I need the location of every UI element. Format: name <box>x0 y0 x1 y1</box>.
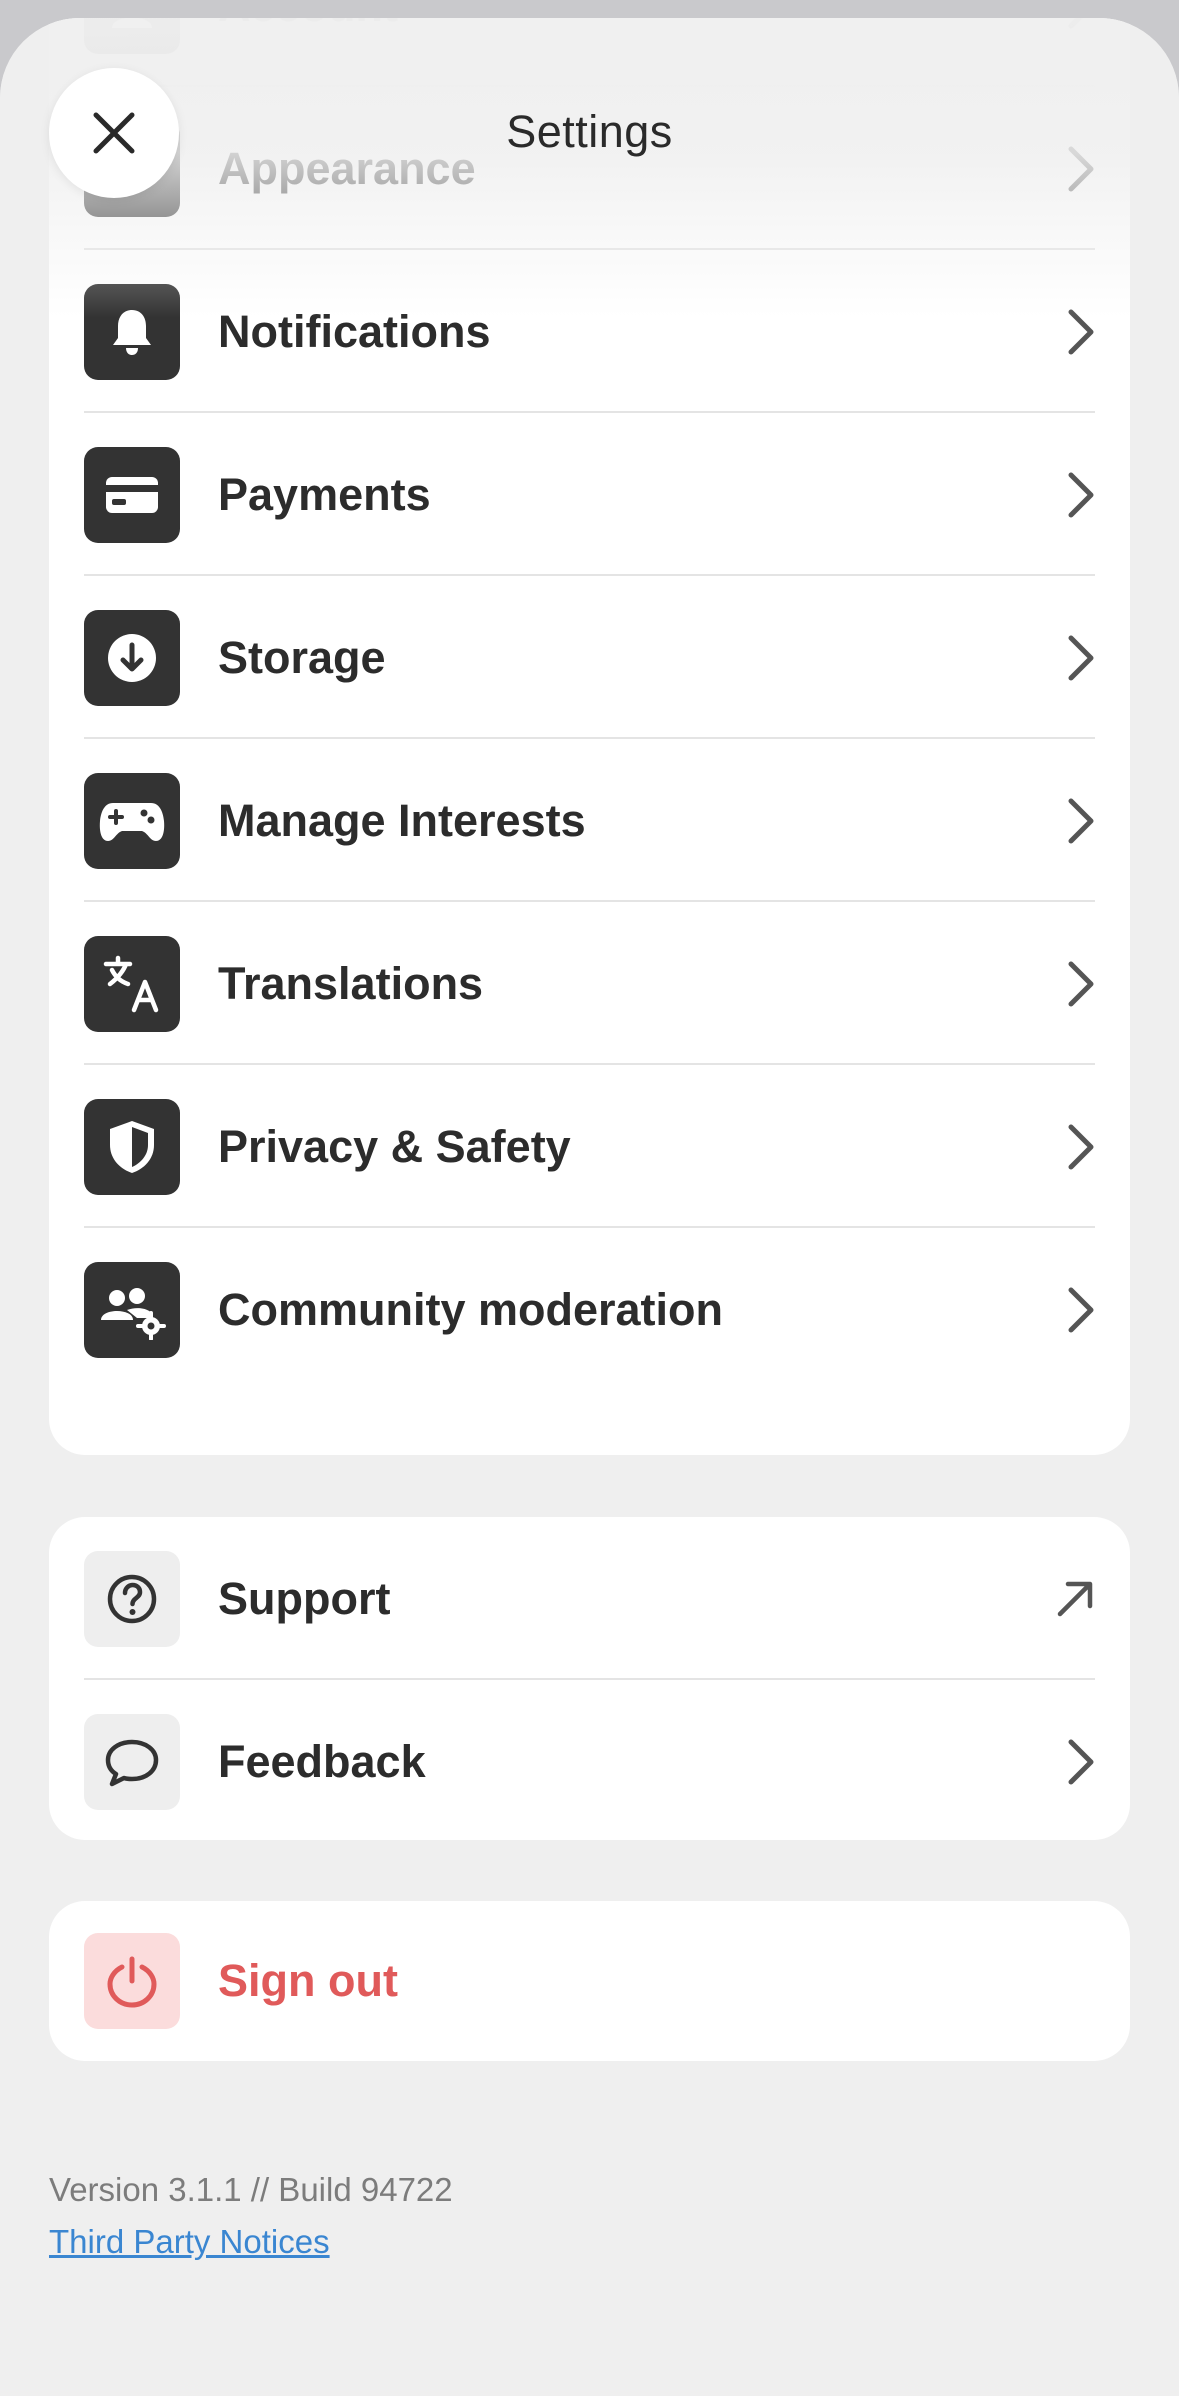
help-card: Support Feedback <box>49 1517 1130 1840</box>
external-link-arrow-icon <box>1055 1569 1095 1629</box>
chevron-right-icon <box>1055 302 1095 362</box>
users-gear-icon <box>84 1261 180 1358</box>
settings-item-feedback[interactable]: Feedback <box>84 1680 1095 1840</box>
chat-bubble-icon <box>84 1713 180 1810</box>
chevron-right-icon <box>1055 1117 1095 1177</box>
chevron-right-icon <box>1055 1280 1095 1340</box>
version-text: Version 3.1.1 // Build 94722 <box>49 2171 453 2208</box>
page-title: Settings <box>506 106 673 157</box>
sign-out-button[interactable]: Sign out <box>84 1901 1095 2061</box>
settings-item-label: Payments <box>218 468 431 520</box>
settings-sheet: Settings Account Appearance <box>0 18 1179 2396</box>
chevron-right-icon <box>1055 954 1095 1014</box>
settings-item-support[interactable]: Support <box>84 1517 1095 1680</box>
power-icon <box>84 1933 180 2029</box>
settings-item-privacy-safety[interactable]: Privacy & Safety <box>84 1065 1095 1228</box>
bell-icon <box>84 283 180 380</box>
chevron-right-icon <box>1055 465 1095 525</box>
third-party-notices-link[interactable]: Third Party Notices <box>49 2223 330 2261</box>
person-icon <box>84 18 180 54</box>
sign-out-label: Sign out <box>218 1955 398 2006</box>
settings-item-label: Community moderation <box>218 1283 724 1335</box>
settings-item-manage-interests[interactable]: Manage Interests <box>84 739 1095 902</box>
settings-item-notifications[interactable]: Notifications <box>84 250 1095 413</box>
settings-item-label: Notifications <box>218 305 491 357</box>
credit-card-icon <box>84 446 180 543</box>
settings-item-label: Translations <box>218 957 484 1009</box>
chevron-right-icon <box>1055 791 1095 851</box>
settings-item-translations[interactable]: Translations <box>84 902 1095 1065</box>
shield-icon <box>84 1098 180 1195</box>
question-circle-icon <box>84 1550 180 1647</box>
chevron-right-icon <box>1055 18 1095 36</box>
translate-icon <box>84 935 180 1032</box>
settings-item-payments[interactable]: Payments <box>84 413 1095 576</box>
settings-item-label: Storage <box>218 631 386 683</box>
settings-item-label: Support <box>218 1572 391 1624</box>
main-settings-card: Account Appearance <box>49 18 1130 1455</box>
download-icon <box>84 609 180 706</box>
chevron-right-icon <box>1055 1732 1095 1792</box>
settings-item-label: Manage Interests <box>218 794 586 846</box>
settings-item-label: Account <box>218 18 1055 32</box>
settings-item-label: Privacy & Safety <box>218 1120 571 1172</box>
settings-item-storage[interactable]: Storage <box>84 576 1095 739</box>
chevron-right-icon <box>1055 628 1095 688</box>
settings-item-community-moderation[interactable]: Community moderation <box>84 1228 1095 1391</box>
gamepad-icon <box>84 772 180 869</box>
settings-item-account[interactable]: Account <box>84 18 1095 87</box>
sign-out-card: Sign out <box>49 1901 1130 2061</box>
settings-item-label: Feedback <box>218 1735 426 1787</box>
